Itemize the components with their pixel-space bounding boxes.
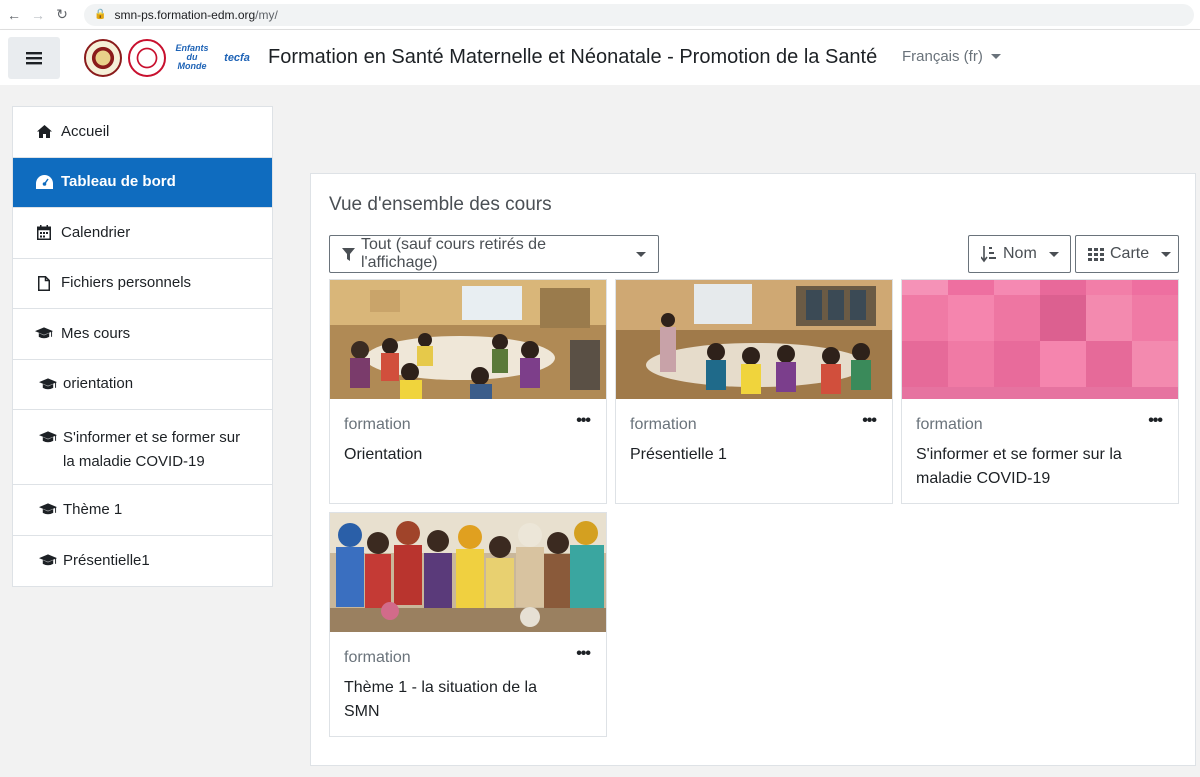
more-options-icon[interactable]: ••• xyxy=(576,412,591,430)
top-navbar: Enfants du Monde tecfa Formation en Sant… xyxy=(0,30,1200,85)
course-card[interactable]: formation ••• Présentielle 1 xyxy=(615,279,893,504)
browser-toolbar: ← → ↻ 🔒 smn-ps.formation-edm.org/my/ xyxy=(0,0,1200,30)
more-options-icon[interactable]: ••• xyxy=(576,645,591,663)
course-category: formation xyxy=(916,416,983,433)
caret-down-icon xyxy=(990,54,1001,59)
sidebar-item-theme-1[interactable]: Thème 1 xyxy=(13,485,272,536)
course-name-link[interactable]: Thème 1 - la situation de la SMN xyxy=(344,676,544,724)
sidebar-item-label: Thème 1 xyxy=(63,500,123,518)
language-label: Français (fr) xyxy=(902,48,983,65)
filter-icon xyxy=(342,247,355,261)
url-path: /my/ xyxy=(255,7,278,22)
sidebar-nav: Accueil Tableau de bord Calendrier Fichi… xyxy=(12,106,273,587)
course-name-link[interactable]: Présentielle 1 xyxy=(630,443,850,467)
sort-dropdown-button[interactable]: Nom xyxy=(968,235,1071,273)
sidebar-item-orientation[interactable]: orientation xyxy=(13,360,272,410)
sidebar-item-calendrier[interactable]: Calendrier xyxy=(13,208,272,259)
graduation-cap-icon xyxy=(39,503,57,516)
enfants-du-monde-logo: Enfants du Monde xyxy=(175,43,209,71)
caret-down-icon xyxy=(636,251,646,257)
calendar-icon xyxy=(35,225,53,241)
sidebar-item-covid[interactable]: S'informer et se former sur la maladie C… xyxy=(13,410,272,485)
graduation-cap-icon xyxy=(35,327,53,340)
sidebar-item-label: Accueil xyxy=(61,122,110,140)
back-icon[interactable]: ← xyxy=(4,5,24,25)
tecfa-logo: tecfa xyxy=(224,51,250,64)
sidebar-item-label: orientation xyxy=(63,375,134,393)
filter-dropdown-button[interactable]: Tout (sauf cours retirés de l'affichage) xyxy=(329,235,659,273)
course-card[interactable]: formation ••• Thème 1 - la situation de … xyxy=(329,512,607,737)
sidebar-item-label: Tableau de bord xyxy=(61,173,176,191)
sidebar-item-mes-cours[interactable]: Mes cours xyxy=(13,309,272,360)
caret-down-icon xyxy=(1048,251,1059,257)
sort-alpha-icon xyxy=(981,245,997,263)
sort-label: Nom xyxy=(1003,245,1037,262)
sidebar-item-label: Calendrier xyxy=(61,223,131,241)
more-options-icon[interactable]: ••• xyxy=(862,412,877,430)
sidebar-item-label: S'informer et se former sur la maladie C… xyxy=(63,429,241,470)
course-category: formation xyxy=(630,416,697,433)
course-category: formation xyxy=(344,416,411,433)
sidebar-item-tableau-de-bord[interactable]: Tableau de bord xyxy=(13,157,272,208)
address-bar[interactable]: 🔒 smn-ps.formation-edm.org/my/ xyxy=(84,3,1194,26)
lock-icon: 🔒 xyxy=(94,9,107,20)
partner-logos: Enfants du Monde tecfa xyxy=(84,38,262,77)
forward-icon[interactable]: → xyxy=(28,5,48,25)
course-image-training[interactable] xyxy=(616,280,892,399)
graduation-cap-icon xyxy=(39,554,57,567)
course-image-women-group[interactable] xyxy=(330,513,606,632)
sidebar-item-fichiers-personnels[interactable]: Fichiers personnels xyxy=(13,259,272,309)
file-icon xyxy=(35,275,53,291)
hamburger-icon xyxy=(26,51,42,64)
caret-down-icon xyxy=(1161,251,1172,257)
course-card[interactable]: formation ••• Orientation xyxy=(329,279,607,504)
sidebar-item-presentielle1[interactable]: Présentielle1 xyxy=(13,536,272,587)
menu-toggle-button[interactable] xyxy=(8,36,60,79)
school-seal-logo xyxy=(128,38,166,77)
view-label: Carte xyxy=(1110,245,1150,262)
ministry-seal-logo xyxy=(84,38,122,77)
home-icon xyxy=(35,125,53,139)
reload-icon[interactable]: ↻ xyxy=(52,5,72,25)
sidebar-item-label: Fichiers personnels xyxy=(61,274,192,292)
grid-icon xyxy=(1088,247,1104,261)
sidebar-item-label: Mes cours xyxy=(61,324,131,342)
view-dropdown-button[interactable]: Carte xyxy=(1075,235,1179,273)
graduation-cap-icon xyxy=(39,431,57,444)
filter-label: Tout (sauf cours retirés de l'affichage) xyxy=(361,236,546,271)
graduation-cap-icon xyxy=(39,378,57,391)
more-options-icon[interactable]: ••• xyxy=(1148,412,1163,430)
language-menu[interactable]: Français (fr) xyxy=(902,48,1001,65)
url-host: smn-ps.formation-edm.org xyxy=(114,7,256,22)
block-title: Vue d'ensemble des cours xyxy=(329,194,552,215)
sidebar-item-label: Présentielle1 xyxy=(63,551,150,569)
course-image-classroom[interactable] xyxy=(330,280,606,399)
course-category: formation xyxy=(344,649,411,666)
dashboard-icon xyxy=(35,175,53,190)
course-name-link[interactable]: Orientation xyxy=(344,443,564,467)
sidebar-item-accueil[interactable]: Accueil xyxy=(13,107,272,158)
course-card[interactable]: formation ••• S'informer et se former su… xyxy=(901,279,1179,504)
course-image-pattern[interactable] xyxy=(902,280,1178,399)
course-overview-block: Vue d'ensemble des cours Tout (sauf cour… xyxy=(310,173,1196,766)
site-title[interactable]: Formation en Santé Maternelle et Néonata… xyxy=(268,46,877,69)
course-name-link[interactable]: S'informer et se former sur la maladie C… xyxy=(916,443,1136,491)
